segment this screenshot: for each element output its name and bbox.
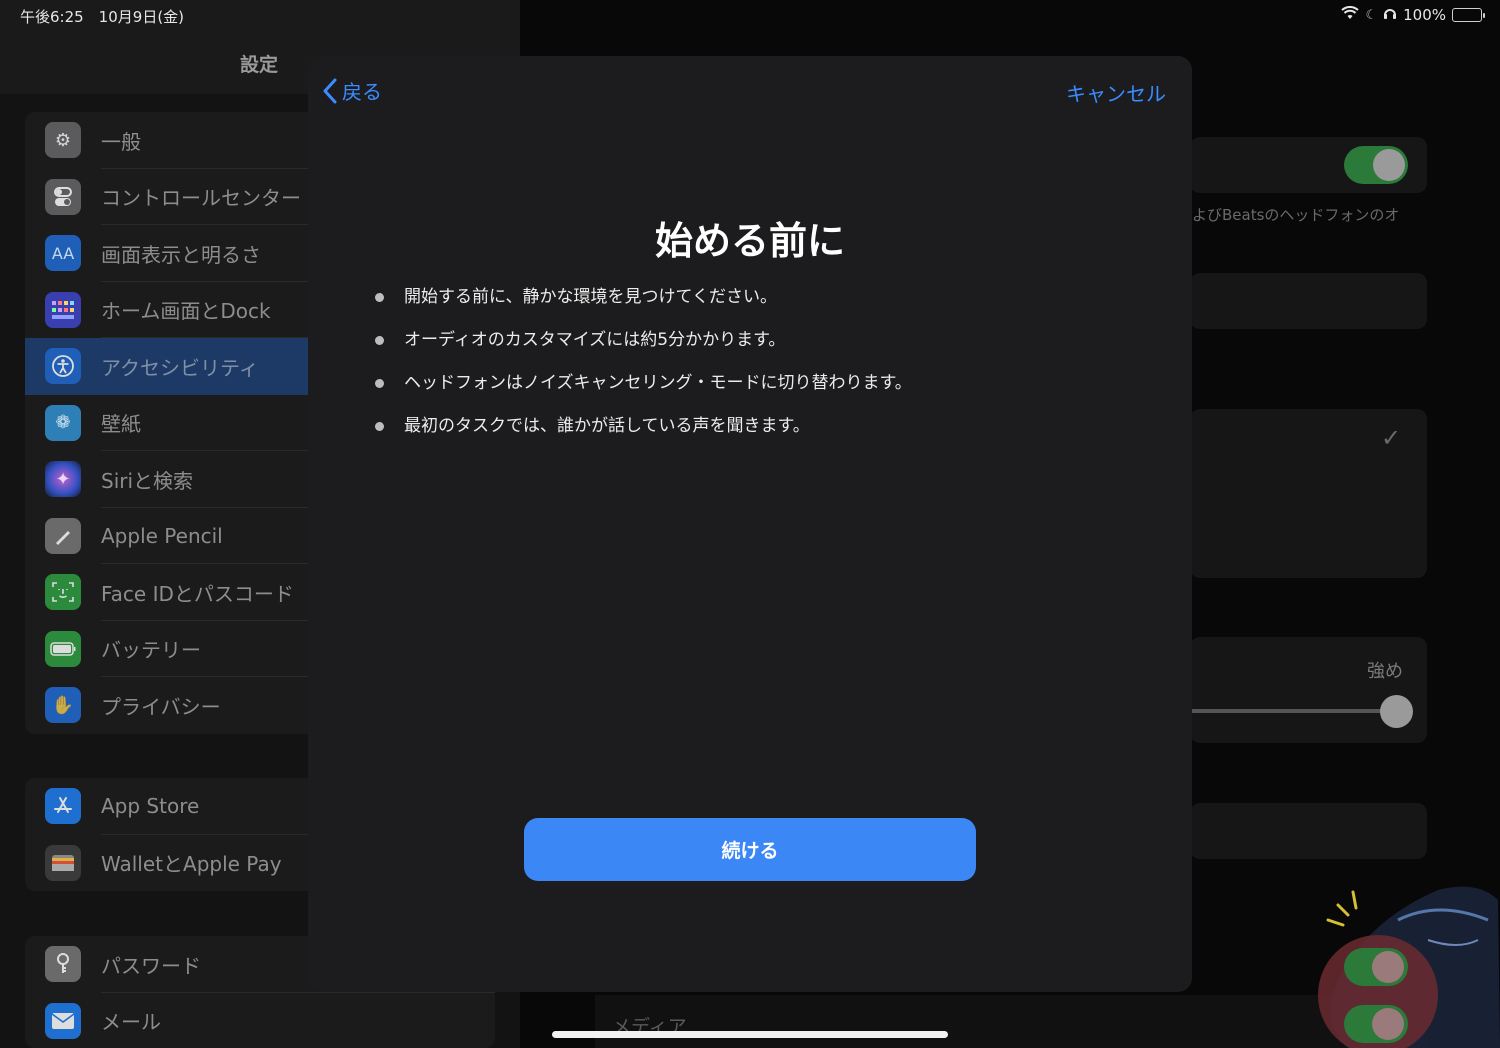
continue-button[interactable]: 続ける: [524, 818, 976, 881]
onboarding-modal: 戻る キャンセル 始める前に 開始する前に、静かな環境を見つけてください。 オー…: [308, 56, 1192, 992]
slider-knob[interactable]: [1380, 695, 1413, 728]
hand-icon: ✋: [45, 687, 81, 724]
battery-icon: [1452, 8, 1485, 22]
slider-track[interactable]: [1190, 709, 1390, 713]
detail-card-2: [1190, 273, 1427, 329]
sidebar-item-label: パスワード: [101, 953, 201, 978]
gear-icon: ⚙: [45, 122, 81, 159]
sidebar-item-label: 一般: [101, 129, 141, 154]
sidebar-item-label: コントロールセンター: [101, 186, 301, 211]
sidebar-item-mail[interactable]: メール: [25, 993, 495, 1048]
sidebar-item-label: アクセシビリティ: [101, 355, 259, 380]
detail-card-5: [1190, 803, 1427, 859]
wifi-icon: [1341, 6, 1360, 24]
sidebar-item-label: 画面表示と明るさ: [101, 242, 261, 267]
sidebar-item-label: App Store: [101, 794, 200, 819]
instruction-item: 開始する前に、静かな環境を見つけてください。: [374, 284, 912, 327]
siri-icon: ✦: [45, 461, 81, 498]
moon-icon: ☾: [1365, 7, 1378, 23]
pencil-icon: [45, 517, 81, 554]
sidebar-title: 設定: [240, 54, 279, 76]
status-bar: 午後6:25 10月9日(金) ☾ 100%: [0, 0, 1500, 30]
detail-card-media: [595, 995, 1427, 1048]
battery-percent: 100%: [1403, 6, 1446, 24]
wallet-icon: [45, 844, 81, 881]
battery-icon: [45, 630, 81, 667]
instruction-item: ヘッドフォンはノイズキャンセリング・モードに切り替わります。: [374, 370, 912, 413]
instruction-list: 開始する前に、静かな環境を見つけてください。 オーディオのカスタマイズには約5分…: [374, 284, 912, 456]
switches-icon: [45, 178, 81, 215]
sidebar-item-label: プライバシー: [101, 694, 221, 719]
text-size-icon: AA: [45, 235, 81, 272]
modal-title: 始める前に: [654, 219, 845, 263]
sidebar-item-label: Apple Pencil: [101, 523, 223, 548]
app-store-icon: [45, 788, 81, 825]
face-id-icon: [45, 574, 81, 611]
headphone-toggle[interactable]: [1344, 146, 1408, 184]
flower-icon: ❁: [45, 404, 81, 441]
mail-icon: [45, 1002, 81, 1039]
back-button-label: 戻る: [342, 80, 382, 104]
instruction-item: 最初のタスクでは、誰かが話している声を聞きます。: [374, 413, 912, 456]
checkmark-icon: ✓: [1381, 424, 1402, 452]
sidebar-item-label: Face IDとパスコード: [101, 581, 294, 606]
headphones-icon: [1383, 6, 1397, 24]
home-indicator[interactable]: [552, 1031, 948, 1038]
sidebar-item-label: バッテリー: [101, 638, 201, 663]
status-indicators: ☾ 100%: [1341, 6, 1485, 24]
cancel-button[interactable]: キャンセル: [1066, 78, 1166, 107]
sidebar-item-label: 壁紙: [101, 412, 141, 437]
accessibility-icon: [45, 348, 81, 385]
key-icon: [45, 946, 81, 983]
chevron-left-icon: [322, 78, 338, 104]
sidebar-item-label: WalletとApple Pay: [101, 852, 282, 877]
back-button[interactable]: 戻る: [322, 76, 382, 105]
sidebar-item-label: ホーム画面とDock: [101, 299, 271, 324]
slider-label-strong: 強め: [1367, 661, 1403, 682]
sidebar-item-label: メール: [101, 1010, 161, 1035]
status-time: 午後6:25 10月9日(金): [20, 8, 185, 26]
home-grid-icon: [45, 291, 81, 328]
instruction-item: オーディオのカスタマイズには約5分かかります。: [374, 327, 912, 370]
sidebar-item-label: Siriと検索: [101, 468, 194, 493]
character-illustration: [1308, 880, 1500, 1048]
beats-note: よびBeatsのヘッドフォンのオ: [1192, 206, 1400, 224]
